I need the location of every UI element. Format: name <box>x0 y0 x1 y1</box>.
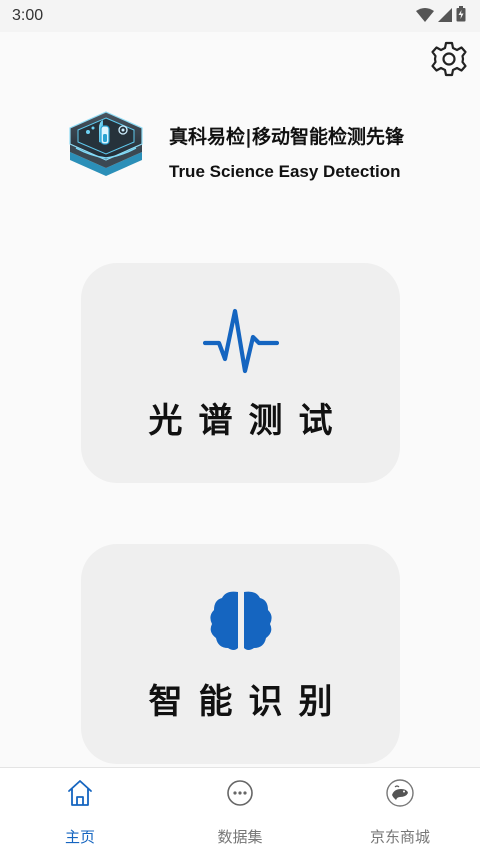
spectrum-test-label: 光谱测试 <box>148 401 349 441</box>
nav-label-jd-mall: 京东商城 <box>369 828 430 846</box>
smart-recognition-label: 智能识别 <box>148 682 349 722</box>
bottom-nav: 主页 数据集 京东商城 <box>0 767 480 853</box>
status-icons <box>416 6 466 26</box>
nav-label-dataset: 数据集 <box>217 828 263 846</box>
brand-header: 真科易检|移动智能检测先锋 True Science Easy Detectio… <box>66 108 456 192</box>
wifi-icon <box>416 7 434 26</box>
jd-mall-icon <box>385 778 415 808</box>
settings-button[interactable] <box>428 40 470 82</box>
nav-label-home: 主页 <box>64 828 95 846</box>
home-icon <box>65 778 95 808</box>
gear-icon <box>430 40 468 82</box>
signal-icon <box>438 7 452 26</box>
spectrum-test-card[interactable]: 光谱测试 <box>81 263 400 483</box>
brand-subtitle: True Science Easy Detection <box>169 162 401 181</box>
nav-item-home[interactable]: 主页 <box>0 768 160 853</box>
status-bar: 3:00 <box>0 0 480 32</box>
smart-recognition-card[interactable]: 智能识别 <box>81 544 400 764</box>
brand-title: 真科易检|移动智能检测先锋 <box>169 126 404 148</box>
waveform-icon <box>202 307 279 379</box>
dataset-icon <box>225 778 255 808</box>
brain-icon <box>208 588 274 658</box>
battery-icon <box>456 6 466 26</box>
status-time: 3:00 <box>12 7 44 24</box>
app-logo <box>66 108 146 192</box>
nav-item-jd-mall[interactable]: 京东商城 <box>320 768 480 853</box>
nav-item-dataset[interactable]: 数据集 <box>160 768 320 853</box>
